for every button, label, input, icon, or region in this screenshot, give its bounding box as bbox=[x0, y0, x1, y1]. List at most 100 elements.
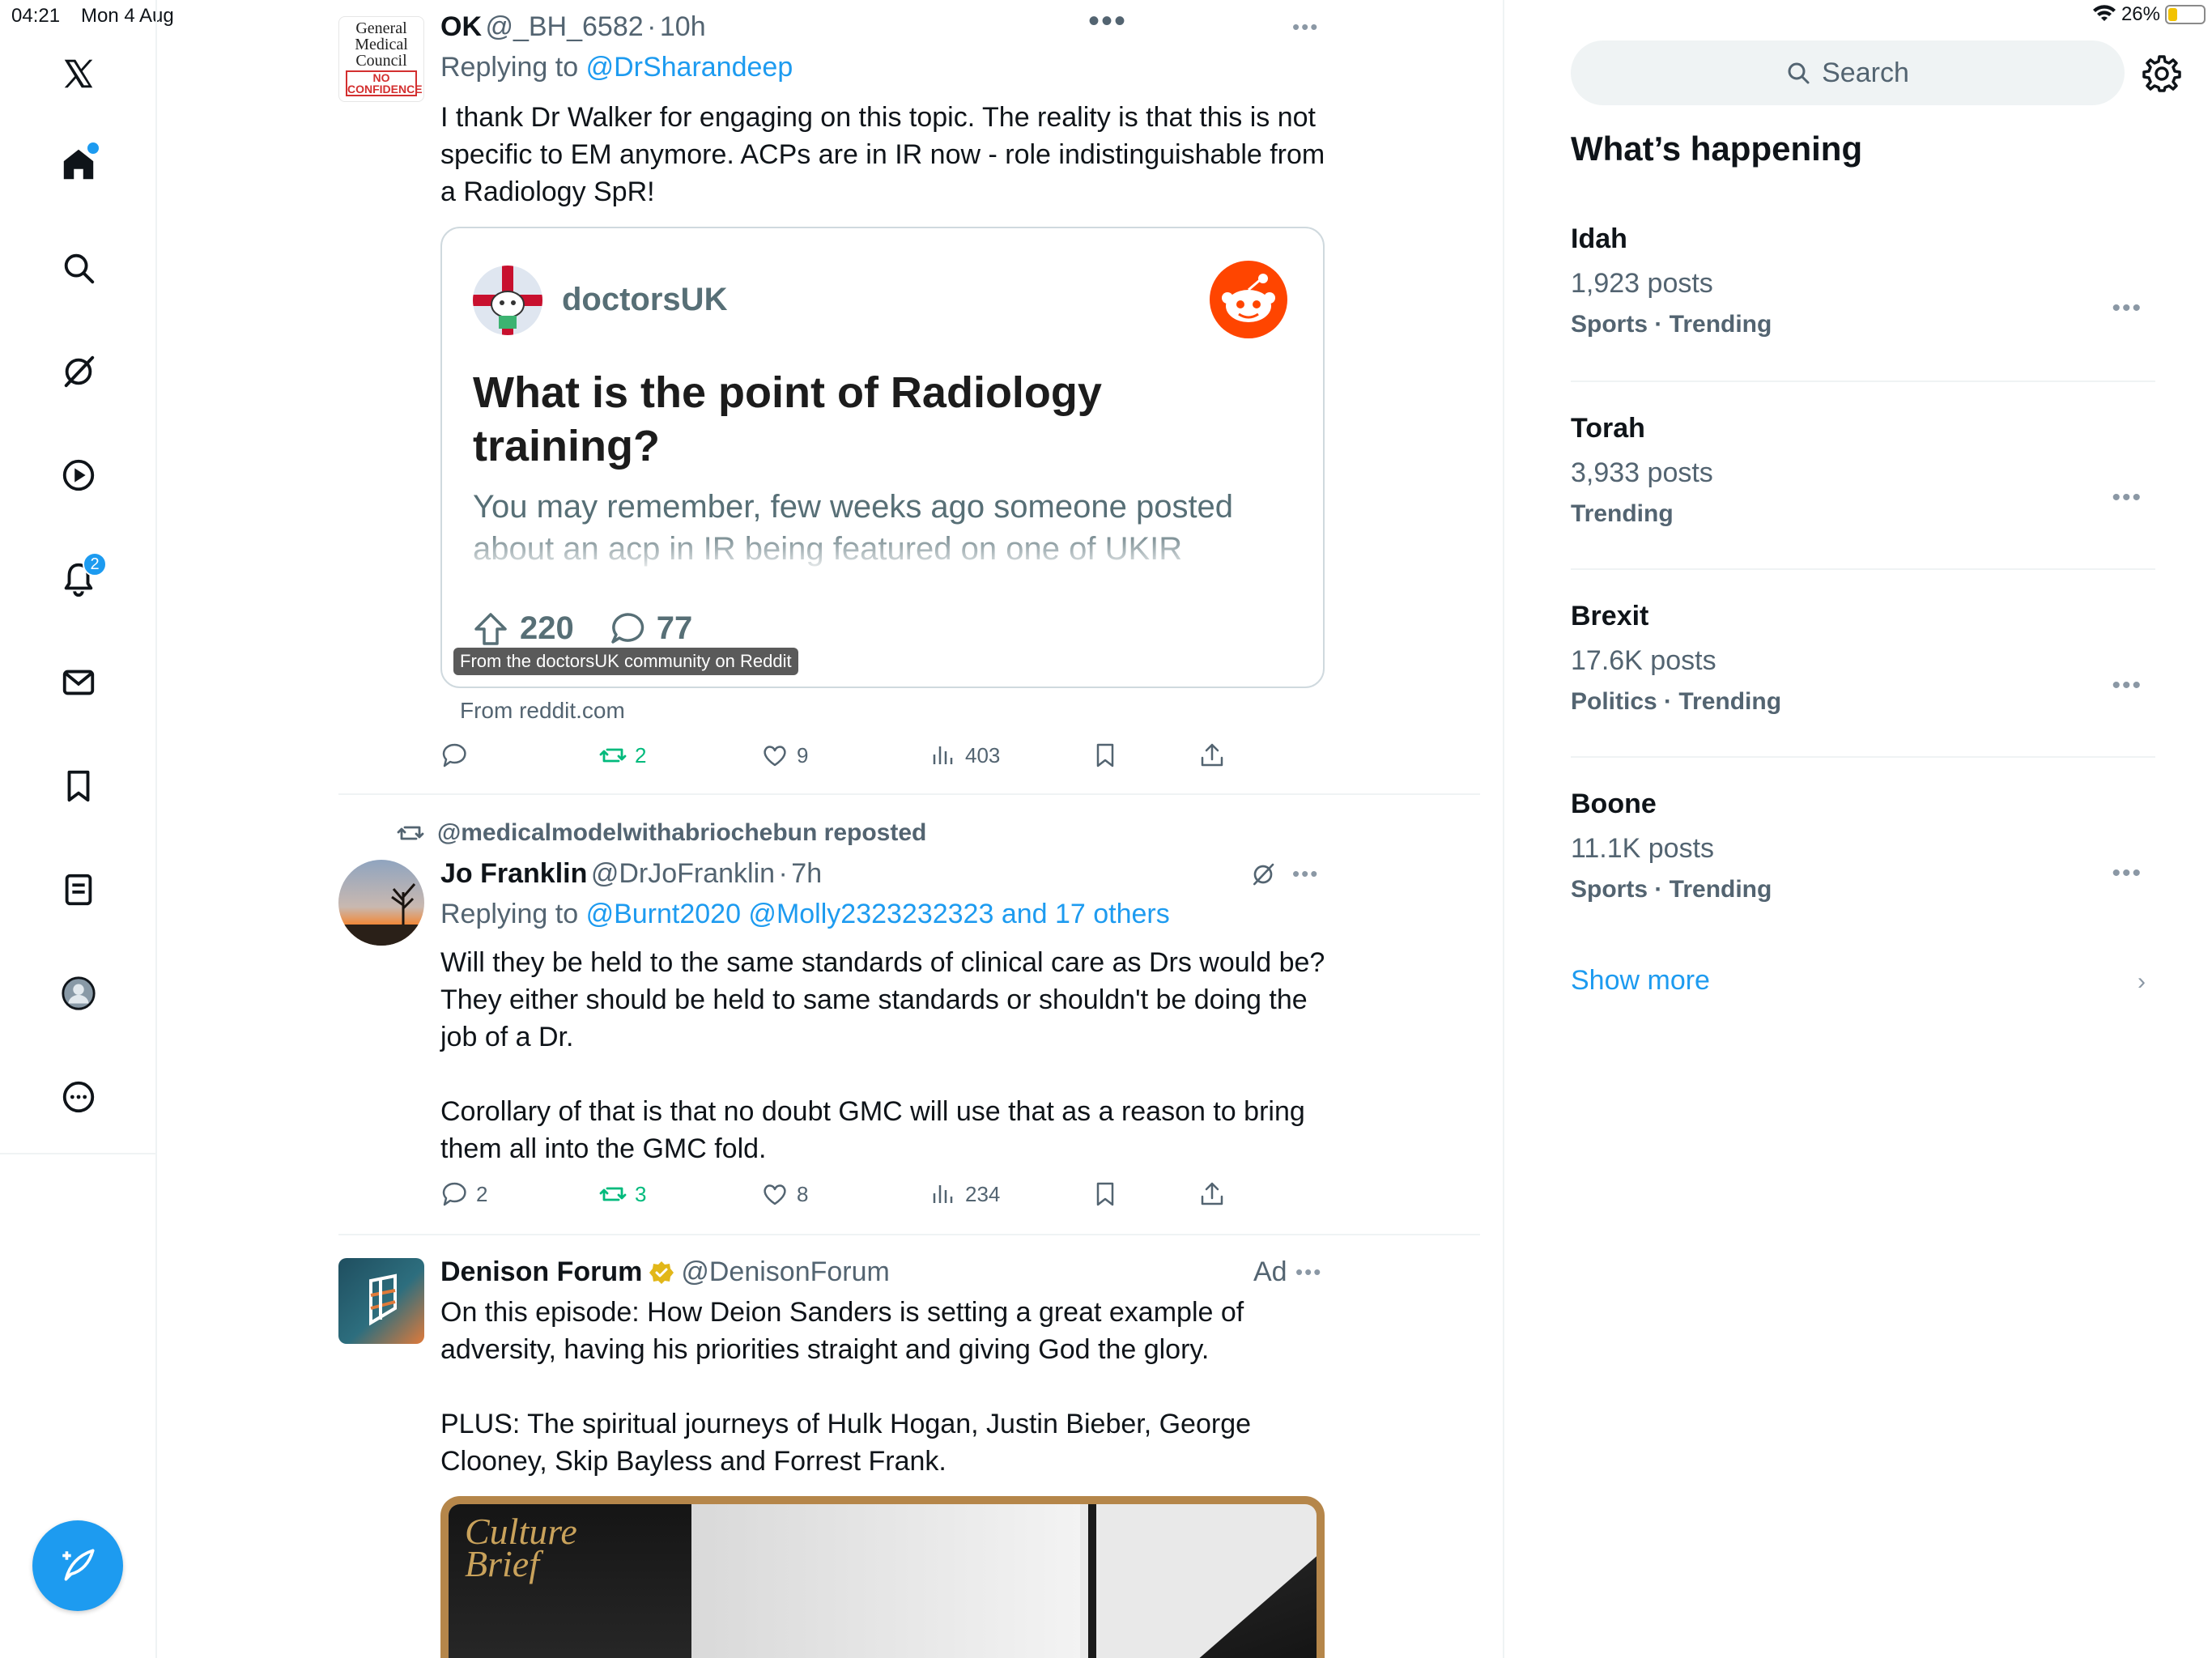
bookmark-icon bbox=[1096, 743, 1114, 767]
timeline-feed: ••• General Medical Council NO CONFIDENC… bbox=[157, 0, 1504, 1658]
tweet1-avatar[interactable]: General Medical Council NO CONFIDENCE bbox=[338, 16, 424, 102]
tweet1-actions: 2 9 403 bbox=[440, 742, 1325, 782]
comment-count: 77 bbox=[656, 610, 693, 646]
reply-icon bbox=[442, 743, 466, 767]
tweet3-avatar[interactable] bbox=[338, 1258, 424, 1344]
tweet1-views-button[interactable]: 403 bbox=[929, 742, 1000, 769]
card-community-label: From the doctorsUK community on Reddit bbox=[453, 648, 798, 675]
tweet1-bookmark-button[interactable] bbox=[1091, 742, 1119, 769]
bookmarks-icon[interactable] bbox=[50, 758, 107, 814]
tweet3-name[interactable]: Denison Forum bbox=[440, 1256, 642, 1288]
tweet2-view-count: 234 bbox=[965, 1181, 1001, 1206]
share-icon bbox=[1201, 743, 1223, 767]
trend-item[interactable]: Torah 3,933 posts Trending ••• bbox=[1571, 413, 2155, 528]
profile-avatar-icon[interactable] bbox=[50, 965, 107, 1022]
tweet2-more-icon[interactable]: ••• bbox=[1292, 861, 1319, 886]
trend-name: Brexit bbox=[1571, 601, 1649, 631]
tweet1-reply-button[interactable] bbox=[440, 742, 476, 769]
tweet1-text: I thank Dr Walker for engaging on this t… bbox=[440, 102, 1333, 207]
home-icon[interactable] bbox=[50, 136, 107, 193]
card-source[interactable]: From reddit.com bbox=[460, 698, 625, 724]
search-input[interactable]: Search bbox=[1571, 40, 2125, 105]
tweet2-repost-button[interactable]: 3 bbox=[599, 1180, 646, 1208]
tweet2-reply-count: 2 bbox=[476, 1181, 488, 1206]
compose-feather-icon bbox=[62, 1549, 95, 1581]
tweet1-time[interactable]: 10h bbox=[660, 11, 706, 42]
trend-item[interactable]: Brexit 17.6K posts Politics · Trending •… bbox=[1571, 601, 2155, 716]
tweet2-like-button[interactable]: 8 bbox=[761, 1180, 808, 1208]
trend-more-icon[interactable]: ••• bbox=[2112, 295, 2142, 322]
repost-indicator-icon bbox=[397, 826, 424, 840]
trend-divider bbox=[1571, 568, 2155, 570]
ad-media-wall bbox=[691, 1504, 1080, 1658]
tweet2-avatar[interactable] bbox=[338, 860, 424, 946]
tweet1-reply-to-link[interactable]: @DrSharandeep bbox=[586, 52, 793, 83]
show-more-link[interactable]: Show more bbox=[1571, 965, 1710, 997]
tweet3-more-icon[interactable]: ••• bbox=[1295, 1260, 1322, 1285]
tweet2-reply-prefix: Replying to bbox=[440, 899, 579, 929]
share-icon bbox=[1201, 1182, 1223, 1205]
search-icon[interactable] bbox=[50, 240, 107, 296]
ad-label: Ad bbox=[1253, 1256, 1287, 1287]
tweet2-time[interactable]: 7h bbox=[791, 858, 822, 889]
tweet1-reply-prefix: Replying to bbox=[440, 52, 579, 83]
tweet1-name[interactable]: OK bbox=[440, 11, 482, 42]
ad-media-image[interactable]: Culture Brief bbox=[440, 1496, 1325, 1658]
ad-media-post bbox=[1088, 1504, 1096, 1658]
trend-item[interactable]: Boone 11.1K posts Sports · Trending ••• bbox=[1571, 789, 2155, 903]
tweet2-share-button[interactable] bbox=[1198, 1180, 1226, 1208]
notification-badge: 2 bbox=[83, 552, 107, 576]
tweet2-actions: 2 3 8 234 bbox=[440, 1180, 1325, 1221]
tweet2-views-button[interactable]: 234 bbox=[929, 1180, 1000, 1208]
tweet1-repost-button[interactable]: 2 bbox=[599, 742, 646, 769]
reddit-stats: 220 77 bbox=[473, 610, 692, 647]
trend-meta: Politics · Trending bbox=[1571, 688, 1782, 715]
trend-more-icon[interactable]: ••• bbox=[2112, 860, 2142, 887]
trend-more-icon[interactable]: ••• bbox=[2112, 672, 2142, 699]
tweet2-bookmark-button[interactable] bbox=[1091, 1180, 1119, 1208]
tweet2-reply-to-link[interactable]: @Burnt2020 @Molly2323232323 and 17 other… bbox=[586, 899, 1170, 929]
tweet2-replying: Replying to @Burnt2020 @Molly2323232323 … bbox=[440, 899, 1331, 930]
tweet1-share-button[interactable] bbox=[1198, 742, 1226, 769]
avatar-text-line2: Medical bbox=[355, 36, 408, 53]
subreddit-name: doctorsUK bbox=[562, 282, 728, 317]
feed-divider bbox=[338, 1234, 1480, 1235]
settings-gear-icon[interactable] bbox=[2142, 53, 2181, 92]
grok-icon[interactable] bbox=[50, 343, 107, 400]
tweet1-more-icon[interactable]: ••• bbox=[1292, 15, 1319, 40]
tweet2-reply-button[interactable]: 2 bbox=[440, 1180, 487, 1208]
x-logo-icon[interactable] bbox=[50, 45, 107, 102]
tweet2-name[interactable]: Jo Franklin bbox=[440, 858, 587, 889]
trend-item[interactable]: Idah 1,923 posts Sports · Trending ••• bbox=[1571, 223, 2155, 338]
repost-icon bbox=[599, 748, 627, 763]
trend-meta: Sports · Trending bbox=[1571, 876, 1772, 903]
tweet2-like-count: 8 bbox=[797, 1181, 809, 1206]
notifications-bell-icon[interactable]: 2 bbox=[50, 551, 107, 607]
tweet2-header: Jo Franklin @DrJoFranklin · 7h bbox=[440, 858, 823, 889]
messages-icon[interactable] bbox=[50, 654, 107, 711]
tweet2-text: Will they be held to the same standards … bbox=[440, 947, 1325, 1164]
trend-count: 1,923 posts bbox=[1571, 268, 1713, 299]
trend-count: 3,933 posts bbox=[1571, 457, 1713, 488]
reddit-link-card[interactable]: doctorsUK What is the point of Radiology… bbox=[440, 227, 1325, 688]
tweet2-grok-icon[interactable] bbox=[1250, 861, 1276, 891]
tweet1-handle[interactable]: @_BH_6582 bbox=[485, 11, 643, 42]
avatar-text-line4: NO bbox=[372, 71, 390, 84]
app-root: 04:21 Mon 4 Aug 26% 2 ••• General Medica… bbox=[0, 0, 2212, 1658]
lists-icon[interactable] bbox=[50, 861, 107, 918]
trend-more-icon[interactable]: ••• bbox=[2112, 484, 2142, 512]
right-sidebar: Search What’s happening Idah 1,923 posts… bbox=[1506, 0, 2212, 1658]
repost-indicator: @medicalmodelwithabriochebun reposted bbox=[397, 819, 926, 847]
video-icon[interactable] bbox=[50, 447, 107, 504]
tweet2-handle[interactable]: @DrJoFranklin bbox=[591, 858, 775, 889]
more-options-icon[interactable] bbox=[50, 1069, 107, 1125]
chevron-right-icon[interactable]: › bbox=[2138, 968, 2146, 996]
tweet1-like-button[interactable]: 9 bbox=[761, 742, 808, 769]
tweet3-handle[interactable]: @DenisonForum bbox=[681, 1256, 890, 1288]
tweet2-repost-count: 3 bbox=[635, 1181, 647, 1206]
reposted-by-label[interactable]: @medicalmodelwithabriochebun reposted bbox=[437, 819, 926, 847]
compose-post-button[interactable] bbox=[32, 1520, 123, 1611]
bookmark-icon bbox=[1096, 1182, 1114, 1206]
verified-badge-icon bbox=[649, 1261, 674, 1284]
views-chart-icon bbox=[933, 746, 953, 764]
